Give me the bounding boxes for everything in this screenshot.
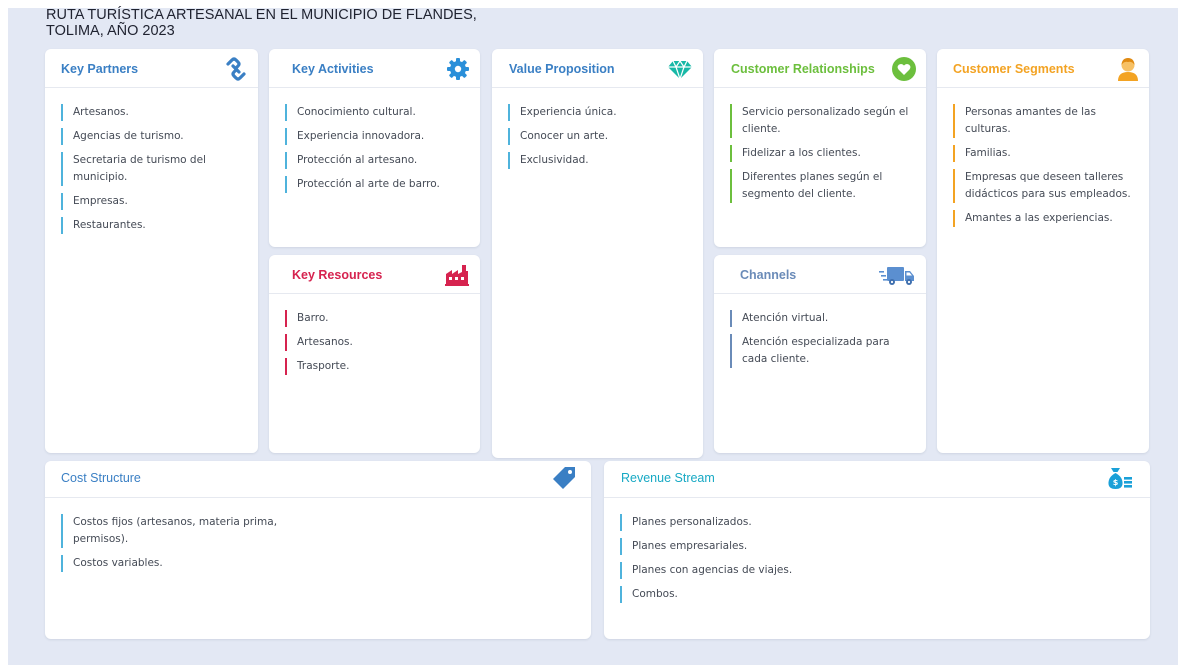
diamond-icon [667, 56, 693, 82]
list-item: Experiencia única. [508, 104, 691, 121]
list-item: Agencias de turismo. [61, 128, 246, 145]
list-item: Protección al arte de barro. [285, 176, 468, 193]
list-item: Protección al artesano. [285, 152, 468, 169]
money-bag-icon: $ [1107, 465, 1133, 491]
page-title-line-2: TOLIMA, AÑO 2023 [46, 23, 175, 39]
person-icon [1115, 56, 1141, 82]
customer-segments-title: Customer Segments [953, 62, 1075, 76]
list-item: Artesanos. [285, 334, 468, 351]
factory-icon [444, 262, 470, 288]
value-proposition-list: Experiencia única. Conocer un arte. Excl… [508, 104, 691, 176]
list-item: Artesanos. [61, 104, 246, 121]
revenue-stream-header: Revenue Stream $ [604, 461, 1150, 498]
revenue-stream-title: Revenue Stream [621, 471, 715, 485]
value-proposition-card: Value Proposition Experiencia única. Con… [492, 49, 703, 458]
key-resources-title: Key Resources [292, 268, 383, 282]
revenue-stream-list: Planes personalizados. Planes empresaria… [620, 514, 1138, 610]
link-icon [223, 56, 249, 82]
channels-card: Channels Atención virtual. Atención espe… [714, 255, 926, 453]
key-activities-header: Key Activities [269, 49, 480, 88]
value-proposition-title: Value Proposition [509, 62, 615, 76]
customer-relationships-card: Customer Relationships Servicio personal… [714, 49, 926, 247]
list-item: Restaurantes. [61, 217, 246, 234]
customer-relationships-list: Servicio personalizado según el cliente.… [730, 104, 914, 210]
channels-list: Atención virtual. Atención especializada… [730, 310, 914, 375]
channels-header: Channels [714, 255, 926, 294]
gear-icon [445, 56, 471, 82]
list-item: Conocer un arte. [508, 128, 691, 145]
channels-title: Channels [740, 268, 797, 282]
customer-segments-header: Customer Segments [937, 49, 1149, 88]
key-activities-title: Key Activities [292, 62, 374, 76]
key-activities-list: Conocimiento cultural. Experiencia innov… [285, 104, 468, 200]
list-item: Secretaria de turismo del municipio. [61, 152, 246, 186]
key-resources-list: Barro. Artesanos. Trasporte. [285, 310, 468, 382]
list-item: Planes personalizados. [620, 514, 1138, 531]
list-item: Empresas que deseen talleres didácticos … [953, 169, 1137, 203]
key-partners-card: Key Partners Artesanos. Agencias de turi… [45, 49, 258, 453]
customer-segments-list: Personas amantes de las culturas. Famili… [953, 104, 1137, 234]
list-item: Trasporte. [285, 358, 468, 375]
customer-relationships-title: Customer Relationships [731, 62, 875, 76]
list-item: Diferentes planes según el segmento del … [730, 169, 914, 203]
cost-structure-header: Cost Structure [45, 461, 591, 498]
list-item: Planes con agencias de viajes. [620, 562, 1138, 579]
page-title: RUTA TURÍSTICA ARTESANAL EN EL MUNICIPIO… [46, 7, 477, 39]
list-item: Servicio personalizado según el cliente. [730, 104, 914, 138]
list-item: Personas amantes de las culturas. [953, 104, 1137, 138]
list-item: Atención especializada para cada cliente… [730, 334, 914, 368]
heart-icon [891, 56, 917, 82]
truck-icon [879, 262, 915, 288]
cost-structure-list: Costos fijos (artesanos, materia prima, … [61, 514, 291, 579]
customer-segments-card: Customer Segments Personas amantes de la… [937, 49, 1149, 453]
customer-relationships-header: Customer Relationships [714, 49, 926, 88]
key-resources-header: Key Resources [269, 255, 480, 294]
key-partners-header: Key Partners [45, 49, 258, 88]
key-partners-list: Artesanos. Agencias de turismo. Secretar… [61, 104, 246, 241]
page-title-line-1: RUTA TURÍSTICA ARTESANAL EN EL MUNICIPIO… [46, 7, 477, 23]
list-item: Experiencia innovadora. [285, 128, 468, 145]
key-resources-card: Key Resources Barro. Artesanos. Trasport… [269, 255, 480, 453]
list-item: Amantes a las experiencias. [953, 210, 1137, 227]
list-item: Combos. [620, 586, 1138, 603]
list-item: Empresas. [61, 193, 246, 210]
price-tag-icon [551, 465, 577, 491]
list-item: Familias. [953, 145, 1137, 162]
revenue-stream-card: Revenue Stream $ Planes personalizados. … [604, 461, 1150, 639]
key-partners-title: Key Partners [61, 62, 139, 76]
list-item: Conocimiento cultural. [285, 104, 468, 121]
cost-structure-title: Cost Structure [61, 471, 141, 485]
list-item: Exclusividad. [508, 152, 691, 169]
cost-structure-card: Cost Structure Costos fijos (artesanos, … [45, 461, 591, 639]
list-item: Planes empresariales. [620, 538, 1138, 555]
list-item: Atención virtual. [730, 310, 914, 327]
value-proposition-header: Value Proposition [492, 49, 703, 88]
list-item: Fidelizar a los clientes. [730, 145, 914, 162]
list-item: Costos fijos (artesanos, materia prima, … [61, 514, 291, 548]
list-item: Barro. [285, 310, 468, 327]
key-activities-card: Key Activities Conocimiento cultural. Ex… [269, 49, 480, 247]
svg-text:$: $ [1113, 478, 1119, 487]
list-item: Costos variables. [61, 555, 291, 572]
